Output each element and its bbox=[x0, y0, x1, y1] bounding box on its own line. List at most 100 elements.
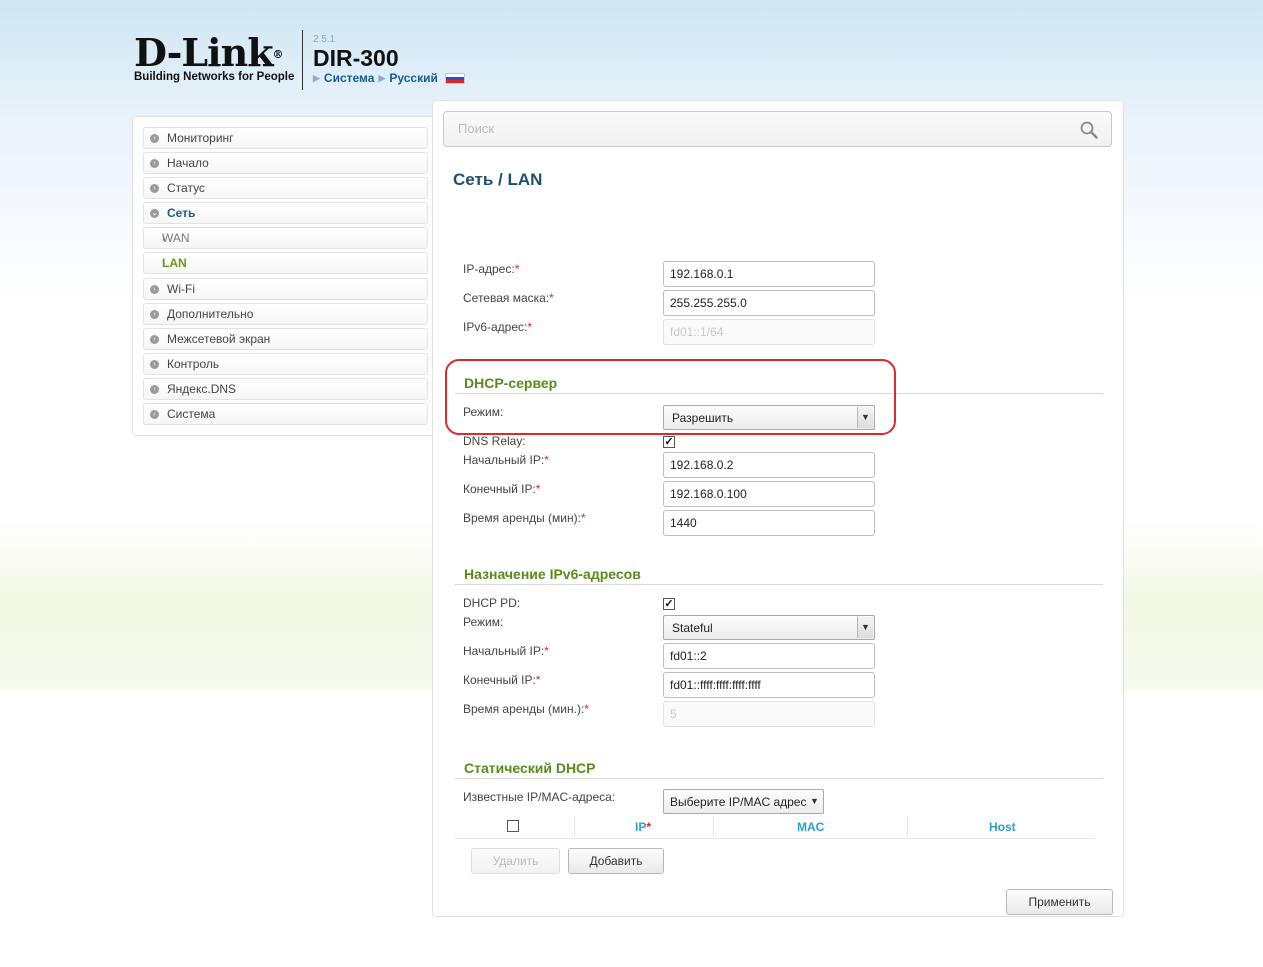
logo-wordmark: D-Link bbox=[134, 30, 274, 75]
ipv6-end-ip-label: Конечный IP:* bbox=[463, 673, 541, 687]
dhcp-lease-time-input[interactable] bbox=[663, 510, 875, 536]
column-header-mac[interactable]: MAC bbox=[797, 820, 824, 834]
sidebar-item-network[interactable]: ⌄ Сеть bbox=[143, 202, 428, 224]
sidebar-item-label: Яндекс.DNS bbox=[167, 382, 237, 396]
known-addresses-select[interactable]: Выберите IP/MAC адрес ▼ bbox=[663, 789, 824, 814]
sidebar-item-start[interactable]: › Начало bbox=[143, 152, 428, 174]
sidebar-item-advanced[interactable]: › Дополнительно bbox=[143, 303, 428, 325]
dns-relay-label: DNS Relay: bbox=[463, 434, 526, 448]
ip-address-input[interactable] bbox=[663, 261, 875, 287]
ipv6-end-ip-input[interactable] bbox=[663, 672, 875, 698]
sidebar-item-label: Статус bbox=[167, 181, 205, 195]
table-column-divider bbox=[713, 816, 714, 836]
triangle-right-icon: ▶ bbox=[378, 72, 386, 83]
sidebar-item-label: Система bbox=[167, 407, 216, 421]
dhcp-start-ip-label: Начальный IP:* bbox=[463, 453, 549, 467]
section-divider bbox=[455, 778, 1103, 779]
ipv6-start-ip-input[interactable] bbox=[663, 643, 875, 669]
device-model: DIR-300 bbox=[313, 45, 399, 71]
sidebar-item-yandex-dns[interactable]: › Яндекс.DNS bbox=[143, 378, 428, 400]
sidebar-item-label: Мониторинг bbox=[167, 131, 234, 145]
dhcp-start-ip-input[interactable] bbox=[663, 452, 875, 478]
russian-flag-icon[interactable] bbox=[444, 72, 465, 84]
ip-address-label: IP-адрес:* bbox=[463, 262, 520, 276]
dns-relay-checkbox[interactable]: ✓ bbox=[663, 436, 675, 448]
required-mark: * bbox=[549, 291, 554, 305]
chevron-down-icon: ⌄ bbox=[150, 208, 159, 218]
required-mark: * bbox=[584, 702, 589, 716]
annotation-highlight bbox=[445, 359, 896, 435]
sidebar-item-system[interactable]: › Система bbox=[143, 403, 428, 425]
ipv6-mode-select[interactable]: Stateful ▼ bbox=[663, 615, 875, 640]
ipv6-mode-label: Режим: bbox=[463, 615, 504, 629]
required-mark: * bbox=[514, 262, 520, 276]
ipv6-assignment-section-title: Назначение IPv6-адресов bbox=[464, 566, 641, 582]
section-divider bbox=[455, 584, 1103, 585]
sidebar-subitem-lan[interactable]: › LAN bbox=[143, 252, 428, 274]
chevron-right-icon: › bbox=[150, 334, 159, 344]
chevron-right-icon: › bbox=[150, 359, 159, 369]
dhcp-pd-checkbox[interactable]: ✓ bbox=[663, 598, 675, 610]
required-mark: * bbox=[527, 320, 533, 334]
required-mark: * bbox=[544, 453, 549, 467]
firmware-version: 2.5.1 bbox=[313, 34, 336, 45]
table-column-divider bbox=[907, 816, 908, 836]
chevron-right-icon: › bbox=[150, 133, 159, 143]
static-dhcp-section-title: Статический DHCP bbox=[464, 760, 596, 776]
ipv6-lease-time-label: Время аренды (мин.):* bbox=[463, 702, 589, 716]
chevron-right-icon: › bbox=[150, 309, 159, 319]
subnet-mask-label: Сетевая маска:* bbox=[463, 291, 554, 305]
known-addresses-value: Выберите IP/MAC адрес bbox=[670, 795, 807, 809]
logo-registered-mark: ® bbox=[272, 48, 284, 61]
ipv6-address-label: IPv6-адрес:* bbox=[463, 320, 533, 334]
triangle-down-icon: ▼ bbox=[810, 796, 819, 806]
column-header-host[interactable]: Host bbox=[989, 820, 1016, 834]
dhcp-end-ip-label: Конечный IP:* bbox=[463, 482, 541, 496]
system-link[interactable]: Система bbox=[324, 71, 375, 85]
apply-button[interactable]: Применить bbox=[1006, 889, 1113, 915]
sidebar-item-wifi[interactable]: › Wi-Fi bbox=[143, 278, 428, 300]
sidebar-item-label: Wi-Fi bbox=[167, 282, 195, 296]
table-divider bbox=[455, 838, 1095, 839]
sidebar: › Мониторинг › Начало › Статус ⌄ Сеть › WAN ›… bbox=[132, 116, 432, 436]
chevron-right-icon: › bbox=[150, 158, 159, 168]
header-links: ▶ Система ▶ Русский bbox=[313, 71, 465, 85]
search-icon[interactable] bbox=[1079, 120, 1099, 140]
table-column-divider bbox=[574, 816, 575, 836]
add-button[interactable]: Добавить bbox=[568, 848, 664, 874]
sidebar-item-label: Дополнительно bbox=[167, 307, 254, 321]
dhcp-lease-time-label: Время аренды (мин):* bbox=[463, 511, 586, 525]
column-header-ip[interactable]: IP* bbox=[635, 820, 651, 834]
known-addresses-label: Известные IP/MAC-адреса: bbox=[463, 790, 616, 804]
page-title: Сеть / LAN bbox=[453, 170, 543, 189]
dhcp-end-ip-input[interactable] bbox=[663, 481, 875, 507]
sidebar-item-status[interactable]: › Статус bbox=[143, 177, 428, 199]
language-link[interactable]: Русский bbox=[389, 71, 438, 85]
sidebar-item-firewall[interactable]: › Межсетевой экран bbox=[143, 328, 428, 350]
search-box bbox=[443, 111, 1112, 147]
sidebar-item-label: Контроль bbox=[167, 357, 220, 371]
triangle-right-icon: ▶ bbox=[313, 72, 320, 83]
chevron-right-icon: › bbox=[150, 409, 159, 419]
sidebar-item-control[interactable]: › Контроль bbox=[143, 353, 428, 375]
sidebar-item-monitoring[interactable]: › Мониторинг bbox=[143, 127, 428, 149]
required-mark: * bbox=[544, 644, 549, 658]
required-mark: * bbox=[535, 482, 541, 496]
sidebar-subitem-wan[interactable]: › WAN bbox=[143, 227, 428, 249]
required-mark: * bbox=[580, 511, 586, 525]
required-mark: * bbox=[646, 820, 652, 834]
header-divider bbox=[302, 30, 303, 90]
ipv6-address-input bbox=[663, 319, 875, 345]
sidebar-item-label: LAN bbox=[162, 256, 187, 270]
chevron-right-icon: › bbox=[150, 384, 159, 394]
logo-tagline: Building Networks for People bbox=[134, 71, 295, 83]
select-all-checkbox[interactable] bbox=[507, 820, 519, 832]
chevron-right-icon: › bbox=[150, 183, 159, 193]
sidebar-item-label: WAN bbox=[162, 231, 190, 245]
ipv6-start-ip-label: Начальный IP:* bbox=[463, 644, 549, 658]
delete-button[interactable]: Удалить bbox=[471, 848, 560, 874]
subnet-mask-input[interactable] bbox=[663, 290, 875, 316]
sidebar-item-label: Сеть bbox=[167, 206, 196, 220]
search-input[interactable] bbox=[456, 120, 1060, 137]
sidebar-item-label: Начало bbox=[167, 156, 209, 170]
